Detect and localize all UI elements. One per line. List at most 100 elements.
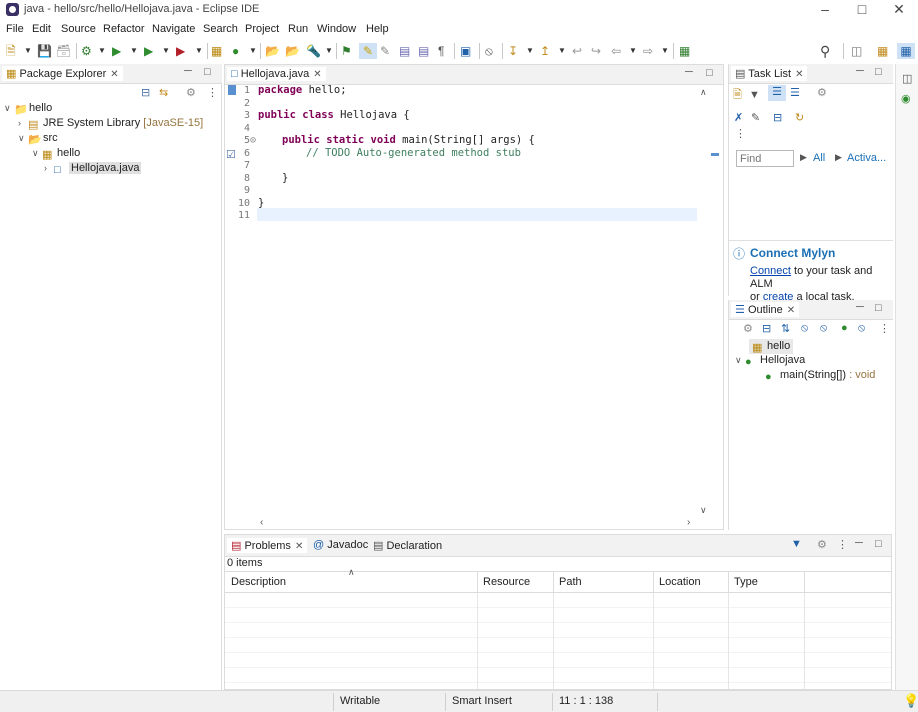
- minimize-view-icon[interactable]: ─: [184, 65, 192, 77]
- toggle-breadcrumb-icon[interactable]: ⚑: [341, 43, 352, 59]
- save-icon[interactable]: 💾: [37, 43, 52, 59]
- restore-icon[interactable]: ◫: [902, 72, 912, 85]
- close-tab-icon[interactable]: ✕: [787, 305, 795, 316]
- run-dropdown-icon[interactable]: ▼: [130, 43, 138, 59]
- scroll-down-icon[interactable]: ∨: [700, 505, 707, 516]
- chevron-right-icon[interactable]: ›: [18, 118, 28, 128]
- collapse-all-icon[interactable]: ⊟: [773, 111, 782, 124]
- block-selection-icon[interactable]: ✎: [380, 43, 390, 59]
- close-tab-icon[interactable]: ✕: [295, 541, 303, 552]
- column-location[interactable]: Location: [659, 576, 701, 588]
- word-wrap-icon[interactable]: ▤: [399, 43, 410, 59]
- code-line-5[interactable]: public static void main(String[] args) {: [282, 134, 535, 146]
- play-icon[interactable]: ▶: [800, 152, 807, 163]
- close-tab-icon[interactable]: ✕: [313, 69, 321, 80]
- previous-annotation-dropdown-icon[interactable]: ▼: [558, 43, 566, 59]
- code-line-3[interactable]: public class Hellojava {: [258, 109, 410, 121]
- tab-declaration[interactable]: ▤ Declaration: [373, 539, 442, 552]
- configure-icon[interactable]: ⚙: [817, 538, 827, 551]
- tree-item-jre[interactable]: › ▤ JRE System Library [JavaSE-15]: [18, 117, 203, 131]
- tab-problems[interactable]: ▤ Problems ✕: [227, 538, 308, 553]
- new-task-icon[interactable]: 🗎: [733, 86, 742, 105]
- show-whitespace-icon[interactable]: ▤: [418, 43, 429, 59]
- code-line-10[interactable]: }: [258, 197, 264, 209]
- focus-icon[interactable]: ✎: [751, 111, 760, 124]
- hide-local-types-icon[interactable]: ⦸: [858, 322, 865, 335]
- chevron-right-icon[interactable]: ›: [44, 163, 54, 173]
- search-icon[interactable]: ⚲: [820, 43, 830, 59]
- view-menu-icon[interactable]: ⋮: [837, 538, 848, 551]
- new-java-project-icon[interactable]: ▦: [211, 43, 222, 59]
- maximize-view-icon[interactable]: □: [875, 538, 882, 550]
- maximize-view-icon[interactable]: □: [875, 66, 882, 78]
- save-all-icon[interactable]: 🗃: [56, 43, 71, 59]
- menu-search[interactable]: Search: [203, 23, 238, 35]
- mark-occurrences-icon[interactable]: ✎: [359, 43, 377, 59]
- code-line-8[interactable]: }: [282, 172, 288, 184]
- outline-item-package[interactable]: ▦ hello: [749, 339, 794, 354]
- activate-link[interactable]: Activa...: [847, 152, 886, 164]
- coverage-dropdown-icon[interactable]: ▼: [162, 43, 170, 59]
- menu-edit[interactable]: Edit: [32, 23, 51, 35]
- menu-file[interactable]: File: [6, 23, 24, 35]
- forward-edit-icon[interactable]: ↪: [591, 43, 601, 59]
- minimized-view-icon[interactable]: ◉: [901, 92, 911, 105]
- back-dropdown-icon[interactable]: ▼: [629, 43, 637, 59]
- external-tools-dropdown-icon[interactable]: ▼: [195, 43, 203, 59]
- open-perspective-icon[interactable]: ◫: [851, 43, 862, 59]
- new-icon[interactable]: 🗎: [6, 43, 16, 59]
- minimize-button[interactable]: –: [806, 0, 844, 20]
- minimize-view-icon[interactable]: ─: [856, 65, 864, 77]
- overview-marker[interactable]: [711, 153, 719, 156]
- chevron-down-icon[interactable]: ∨: [18, 133, 28, 144]
- tab-javadoc[interactable]: @ Javadoc: [313, 539, 368, 551]
- menu-help[interactable]: Help: [366, 23, 389, 35]
- minimize-view-icon[interactable]: ─: [855, 537, 863, 549]
- tab-hellojava[interactable]: □ Hellojava.java ✕: [227, 67, 326, 81]
- code-line-1[interactable]: package hello;: [258, 84, 347, 96]
- focus-icon[interactable]: ⚙: [743, 322, 753, 335]
- find-input[interactable]: [736, 150, 794, 167]
- tree-item-project[interactable]: ∨ 📁hello: [4, 102, 52, 116]
- tip-lightbulb-icon[interactable]: 💡: [903, 693, 918, 709]
- chevron-down-icon[interactable]: ∨: [4, 103, 14, 114]
- console-icon[interactable]: ▣: [460, 43, 471, 59]
- outline-item-class[interactable]: ∨ ● Hellojava: [735, 354, 805, 368]
- task-filter-icon[interactable]: ⚙: [817, 86, 827, 99]
- categorized-icon[interactable]: ☰: [768, 85, 786, 101]
- pilcrow-icon[interactable]: ¶: [438, 43, 444, 59]
- column-type[interactable]: Type: [734, 576, 758, 588]
- maximize-view-icon[interactable]: □: [875, 302, 882, 314]
- forward-icon[interactable]: ⇨: [643, 43, 653, 59]
- new-class-icon[interactable]: ●: [232, 43, 239, 59]
- outline-item-method[interactable]: ● main(String[]) : void: [765, 369, 875, 383]
- open-type-icon[interactable]: 📂: [265, 43, 280, 59]
- menu-window[interactable]: Window: [317, 23, 356, 35]
- all-link[interactable]: All: [813, 152, 825, 164]
- hide-completed-icon[interactable]: ✗: [734, 111, 743, 124]
- tree-item-src[interactable]: ∨ 📂src: [18, 132, 58, 146]
- close-button[interactable]: ✕: [880, 0, 918, 20]
- close-tab-icon[interactable]: ✕: [110, 69, 118, 80]
- collapse-all-icon[interactable]: ⊟: [141, 86, 150, 99]
- search-dropdown-icon[interactable]: ▼: [325, 43, 333, 59]
- tab-task-list[interactable]: ▤ Task List ✕: [731, 66, 808, 81]
- debug-dropdown-icon[interactable]: ▼: [98, 43, 106, 59]
- previous-annotation-icon[interactable]: ↥: [540, 43, 550, 59]
- task-marker-icon[interactable]: ☑: [226, 148, 236, 161]
- run-icon[interactable]: ▶: [112, 43, 121, 59]
- minimize-view-icon[interactable]: ─: [685, 66, 693, 78]
- tab-outline[interactable]: ☰ Outline ✕: [731, 302, 800, 317]
- maximize-button[interactable]: □: [843, 0, 881, 20]
- forward-dropdown-icon[interactable]: ▼: [661, 43, 669, 59]
- coverage-icon[interactable]: ▶: [144, 43, 153, 59]
- debug-perspective-icon[interactable]: ▦: [897, 43, 915, 59]
- chevron-down-icon[interactable]: ∨: [32, 148, 42, 159]
- back-icon[interactable]: ⇦: [611, 43, 621, 59]
- collapse-all-icon[interactable]: ⊟: [762, 322, 771, 335]
- debug-icon[interactable]: ⚙: [81, 43, 92, 59]
- minimize-view-icon[interactable]: ─: [856, 301, 864, 313]
- view-menu-icon[interactable]: ⋮: [735, 127, 746, 140]
- menu-navigate[interactable]: Navigate: [152, 23, 195, 35]
- new-dropdown-icon[interactable]: ▼: [24, 43, 32, 59]
